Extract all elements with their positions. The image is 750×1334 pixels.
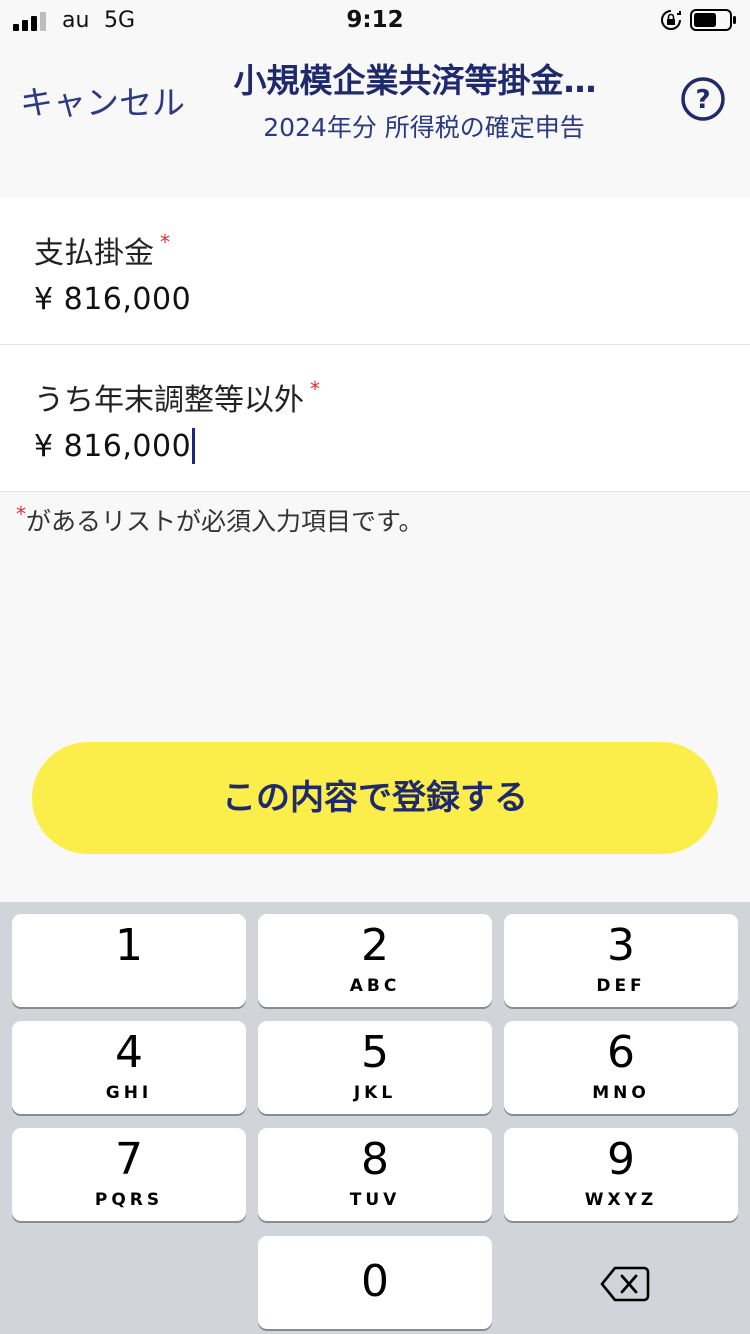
non-year-end-adjustment-input[interactable]: ¥ 816,000	[34, 427, 196, 466]
non-year-end-adjustment-field[interactable]: うち年末調整等以外 * ¥ 816,000	[0, 345, 750, 492]
required-mark: *	[16, 502, 26, 526]
help-icon[interactable]: ?	[680, 76, 726, 122]
key-2[interactable]: 2 ABC	[258, 914, 492, 1007]
cancel-button[interactable]: キャンセル	[20, 76, 185, 124]
payment-amount-field[interactable]: 支払掛金 * ¥ 816,000	[0, 198, 750, 345]
numeric-keypad: 1 2 ABC 3 DEF 4 GHI 5 JKL 6 MNO 7 PQRS 8 TUV 9W…	[0, 902, 750, 1334]
required-mark: *	[160, 230, 170, 254]
status-time: 9:12	[346, 7, 404, 33]
key-9[interactable]: 9 WXYZ	[504, 1128, 738, 1221]
key-4[interactable]: 4 GHI	[12, 1021, 246, 1114]
field-label: 支払掛金 *	[34, 230, 170, 271]
status-bar: au 5G 9:12	[0, 0, 750, 40]
page-subtitle: 2024年分 所得税の確定申告	[263, 113, 585, 142]
key-3[interactable]: 3 DEF	[504, 914, 738, 1007]
nav-bar: キャンセル 小規模企業共済等掛金… 2024年分 所得税の確定申告 ?	[0, 40, 750, 198]
backspace-icon	[600, 1266, 650, 1302]
submit-button[interactable]: この内容で登録する	[32, 742, 718, 854]
key-8[interactable]: 8 TUV	[258, 1128, 492, 1221]
key-0[interactable]: 0	[258, 1236, 492, 1329]
svg-text:?: ?	[695, 85, 710, 115]
required-note: *があるリストが必須入力項目です。	[16, 502, 424, 536]
rotation-lock-icon	[661, 10, 681, 30]
form: 支払掛金 * ¥ 816,000 うち年末調整等以外 * ¥ 816,000	[0, 198, 750, 492]
field-label: うち年末調整等以外 *	[34, 377, 320, 418]
page-title: 小規模企業共済等掛金…	[233, 61, 597, 100]
battery-icon	[690, 9, 736, 31]
key-7[interactable]: 7 PQRS	[12, 1128, 246, 1221]
backspace-key[interactable]	[504, 1237, 738, 1330]
payment-amount-input[interactable]: ¥ 816,000	[34, 282, 191, 317]
key-6[interactable]: 6 MNO	[504, 1021, 738, 1114]
key-1[interactable]: 1	[12, 914, 246, 1007]
text-caret	[192, 427, 196, 464]
required-mark: *	[310, 377, 320, 401]
key-5[interactable]: 5 JKL	[258, 1021, 492, 1114]
